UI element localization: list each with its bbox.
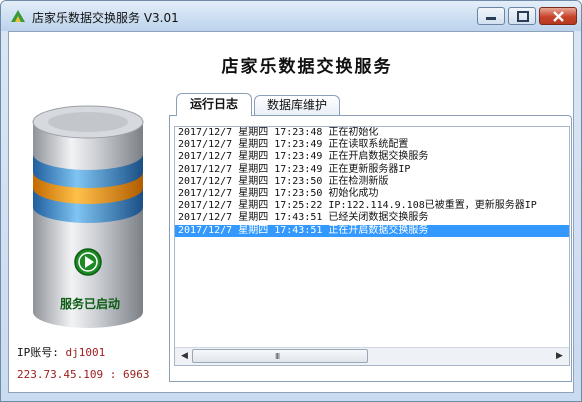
app-icon	[11, 10, 25, 22]
main-panel: 店家乐数据交换服务 服务已启动 IP账号: dj1001 223.73.45.1…	[8, 31, 574, 393]
maximize-button[interactable]	[508, 7, 536, 25]
log-entry[interactable]: 2017/12/7 星期四 17:23:50 正在检测新版	[175, 176, 569, 188]
log-entry[interactable]: 2017/12/7 星期四 17:23:48 正在初始化	[175, 127, 569, 139]
log-entry[interactable]: 2017/12/7 星期四 17:43:51 已经关闭数据交换服务	[175, 212, 569, 224]
log-entry[interactable]: 2017/12/7 星期四 17:23:49 正在更新服务器IP	[175, 164, 569, 176]
minimize-button[interactable]	[477, 7, 505, 25]
tab-database-maintenance[interactable]: 数据库维护	[254, 95, 340, 115]
close-button[interactable]	[539, 7, 577, 25]
tab-panel: 2017/12/7 星期四 17:23:48 正在初始化 2017/12/7 星…	[169, 115, 572, 382]
title-bar[interactable]: 店家乐数据交换服务 V3.01	[1, 1, 581, 31]
scroll-left-icon[interactable]: ◀	[177, 349, 192, 364]
log-entry-selected[interactable]: 2017/12/7 星期四 17:43:51 正在开启数据交换服务	[175, 224, 569, 237]
ip-account-value: dj1001	[65, 346, 106, 359]
log-list[interactable]: 2017/12/7 星期四 17:23:48 正在初始化 2017/12/7 星…	[174, 126, 570, 366]
window-title: 店家乐数据交换服务 V3.01	[32, 11, 179, 25]
maximize-icon	[517, 11, 529, 22]
server-address: 223.73.45.109 : 6963	[17, 368, 150, 381]
scrollbar-thumb[interactable]: III	[192, 349, 368, 363]
log-entry[interactable]: 2017/12/7 星期四 17:23:50 初始化成功	[175, 188, 569, 200]
log-entry[interactable]: 2017/12/7 星期四 17:23:49 正在读取系统配置	[175, 139, 569, 151]
scroll-right-icon[interactable]: ▶	[552, 349, 567, 364]
app-window: 店家乐数据交换服务 V3.01 店家乐数据交换服务 服务已启动 IP账号: dj…	[0, 0, 582, 402]
horizontal-scrollbar[interactable]: ◀ III ▶	[175, 347, 569, 365]
grip-icon: III	[275, 352, 280, 361]
ip-account-label: IP账号:	[17, 346, 59, 359]
service-status-label: 服务已启动	[59, 297, 120, 311]
log-entry[interactable]: 2017/12/7 星期四 17:25:22 IP:122.114.9.108已…	[175, 200, 569, 212]
close-icon	[553, 11, 564, 22]
ip-account: IP账号: dj1001	[17, 344, 105, 360]
log-entry[interactable]: 2017/12/7 星期四 17:23:49 正在开启数据交换服务	[175, 151, 569, 163]
minimize-icon	[486, 17, 496, 20]
page-title: 店家乐数据交换服务	[221, 57, 393, 77]
tab-run-log[interactable]: 运行日志	[176, 93, 252, 116]
play-icon	[74, 248, 102, 276]
